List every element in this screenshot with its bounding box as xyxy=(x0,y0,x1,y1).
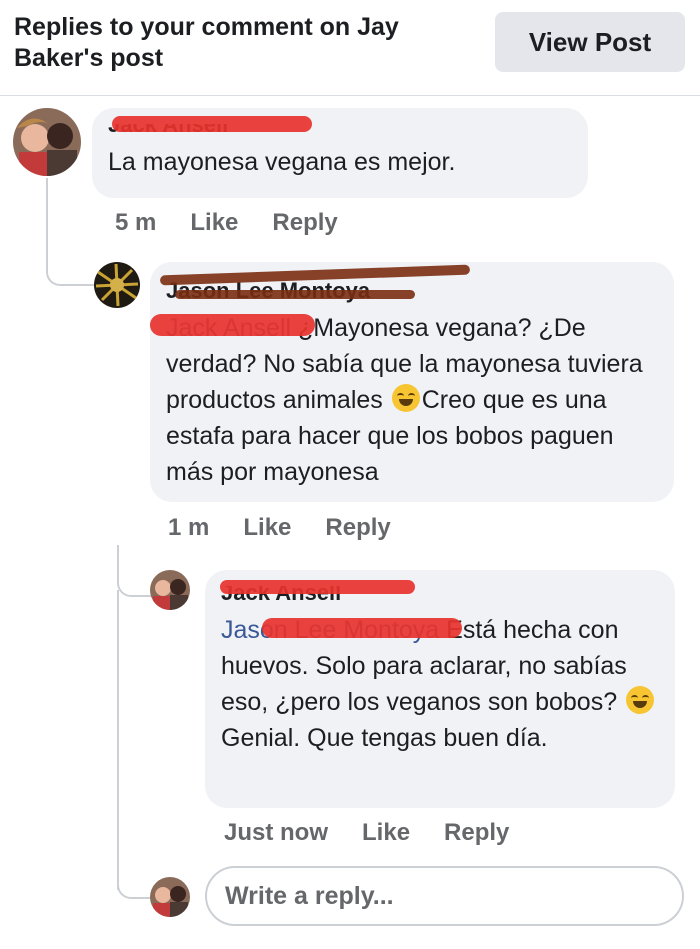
avatar xyxy=(150,877,190,917)
rofl-emoji-icon xyxy=(391,384,420,412)
page-title: Replies to your comment on Jay Baker's p… xyxy=(14,13,399,72)
redaction-mark xyxy=(112,116,312,132)
avatar[interactable] xyxy=(94,262,140,308)
avatar[interactable] xyxy=(150,570,190,610)
reply-button[interactable]: Reply xyxy=(272,209,337,237)
redaction-mark xyxy=(262,618,462,638)
comment-text: Jack Ansell ¿Mayonesa vegana? ¿De verdad… xyxy=(166,314,643,486)
avatar-photo-icon xyxy=(94,262,140,308)
comment-meta: Just now Like Reply xyxy=(224,819,509,847)
comment-time[interactable]: 5 m xyxy=(115,209,156,237)
redaction-mark xyxy=(150,314,315,336)
comment-bubble: Jack Ansell Jason Lee Montoya Está hecha… xyxy=(205,570,675,808)
thread-connector xyxy=(117,590,119,890)
header: Replies to your comment on Jay Baker's p… xyxy=(0,0,700,96)
comment-text: La mayonesa vegana es mejor. xyxy=(108,148,456,176)
comment-meta: 1 m Like Reply xyxy=(168,514,391,542)
avatar-photo-icon xyxy=(150,570,190,610)
thread-connector xyxy=(46,178,96,286)
like-button[interactable]: Like xyxy=(243,514,291,542)
view-post-button[interactable]: View Post xyxy=(495,12,685,72)
reply-button[interactable]: Reply xyxy=(444,819,509,847)
thread-connector xyxy=(117,855,155,899)
comment-meta: 5 m Like Reply xyxy=(115,209,338,237)
like-button[interactable]: Like xyxy=(190,209,238,237)
avatar[interactable] xyxy=(13,108,81,176)
like-button[interactable]: Like xyxy=(362,819,410,847)
comment-time[interactable]: 1 m xyxy=(168,514,209,542)
redaction-mark xyxy=(220,580,415,594)
write-reply-input[interactable] xyxy=(205,866,684,926)
avatar-photo-icon xyxy=(150,877,190,917)
tears-of-joy-emoji-icon xyxy=(626,686,655,714)
redaction-mark xyxy=(175,290,415,299)
comment-time[interactable]: Just now xyxy=(224,819,328,847)
avatar-photo-icon xyxy=(13,108,81,176)
reply-button[interactable]: Reply xyxy=(325,514,390,542)
